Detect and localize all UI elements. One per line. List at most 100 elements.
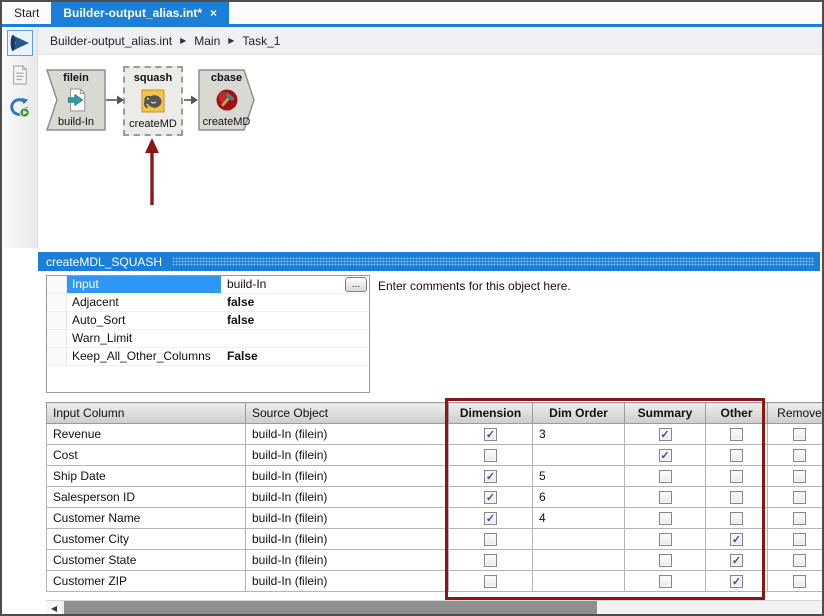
column-header-other: Other: [706, 403, 768, 424]
remove-cell: [768, 487, 824, 508]
remove-checkbox[interactable]: [793, 428, 806, 441]
dim-order-cell[interactable]: [533, 529, 625, 550]
property-row-adjacent[interactable]: Adjacentfalse: [47, 294, 369, 312]
other-checkbox[interactable]: [730, 449, 743, 462]
other-cell: ✓: [706, 529, 768, 550]
property-value[interactable]: false: [221, 312, 369, 329]
table-row[interactable]: Customer Statebuild-In (filein)✓: [47, 550, 824, 571]
summary-checkbox[interactable]: [659, 512, 672, 525]
node-filein[interactable]: filein build-In: [46, 69, 106, 131]
table-row[interactable]: Costbuild-In (filein)✓: [47, 445, 824, 466]
breadcrumb-task[interactable]: Task_1: [242, 34, 280, 48]
refresh-run-button[interactable]: [7, 94, 33, 120]
dim-order-cell[interactable]: [533, 445, 625, 466]
other-checkbox[interactable]: [730, 491, 743, 504]
table-row[interactable]: Customer ZIPbuild-In (filein)✓: [47, 571, 824, 592]
document-button[interactable]: [7, 62, 33, 88]
table-row[interactable]: Customer Namebuild-In (filein)✓4: [47, 508, 824, 529]
property-value[interactable]: false: [221, 294, 369, 311]
scroll-left-button[interactable]: ◀: [46, 601, 63, 616]
node-label: build-In: [58, 116, 94, 128]
tab-start[interactable]: Start: [2, 2, 51, 24]
summary-cell: [625, 550, 706, 571]
node-cbase[interactable]: cbase createMD: [198, 69, 255, 131]
column-header-dimension: Dimension: [449, 403, 533, 424]
column-header-input-column: Input Column: [47, 403, 246, 424]
dim-order-cell[interactable]: 3: [533, 424, 625, 445]
dimension-checkbox[interactable]: ✓: [484, 491, 497, 504]
summary-checkbox[interactable]: ✓: [659, 449, 672, 462]
summary-checkbox[interactable]: [659, 554, 672, 567]
table-row[interactable]: Salesperson IDbuild-In (filein)✓6: [47, 487, 824, 508]
property-row-warn_limit[interactable]: Warn_Limit: [47, 330, 369, 348]
summary-cell: [625, 466, 706, 487]
other-checkbox[interactable]: [730, 428, 743, 441]
source-object-cell: build-In (filein): [246, 529, 449, 550]
dim-order-cell[interactable]: 5: [533, 466, 625, 487]
dimension-checkbox[interactable]: [484, 575, 497, 588]
remove-checkbox[interactable]: [793, 575, 806, 588]
scroll-left-arrow-icon: ◀: [51, 604, 57, 613]
dimension-checkbox[interactable]: ✓: [484, 428, 497, 441]
scrollbar-thumb[interactable]: [64, 601, 597, 616]
run-transform-button[interactable]: [7, 30, 33, 56]
dimension-cell: [449, 571, 533, 592]
property-row-keep_all_other_columns[interactable]: Keep_All_Other_ColumnsFalse: [47, 348, 369, 366]
dimension-cell: ✓: [449, 424, 533, 445]
dimension-checkbox[interactable]: ✓: [484, 470, 497, 483]
breadcrumb-file[interactable]: Builder-output_alias.int: [50, 34, 172, 48]
table-row[interactable]: Ship Datebuild-In (filein)✓5: [47, 466, 824, 487]
remove-checkbox[interactable]: [793, 449, 806, 462]
horizontal-scrollbar[interactable]: ◀: [46, 600, 822, 616]
node-squash[interactable]: squash createMD: [123, 66, 183, 136]
upper-region: Builder-output_alias.int ▶ Main ▶ Task_1…: [2, 27, 822, 248]
remove-checkbox[interactable]: [793, 533, 806, 546]
dimension-checkbox[interactable]: [484, 533, 497, 546]
summary-checkbox[interactable]: [659, 533, 672, 546]
dim-order-cell[interactable]: 6: [533, 487, 625, 508]
remove-cell: [768, 466, 824, 487]
summary-checkbox[interactable]: [659, 470, 672, 483]
dimension-checkbox[interactable]: [484, 554, 497, 567]
titlebar-dot-texture: [172, 257, 814, 266]
column-header-remove: Remove: [768, 403, 824, 424]
remove-cell: [768, 508, 824, 529]
source-object-cell: build-In (filein): [246, 487, 449, 508]
remove-checkbox[interactable]: [793, 512, 806, 525]
comments-area[interactable]: Enter comments for this object here.: [378, 279, 814, 293]
table-row[interactable]: Customer Citybuild-In (filein)✓: [47, 529, 824, 550]
other-checkbox[interactable]: ✓: [730, 554, 743, 567]
other-checkbox[interactable]: [730, 470, 743, 483]
dim-order-cell[interactable]: [533, 550, 625, 571]
other-checkbox[interactable]: ✓: [730, 575, 743, 588]
input-column-cell: Customer State: [47, 550, 246, 571]
dimension-checkbox[interactable]: [484, 449, 497, 462]
property-row-input[interactable]: Inputbuild-In...: [47, 276, 369, 294]
property-grid[interactable]: Inputbuild-In...AdjacentfalseAuto_Sortfa…: [46, 275, 370, 393]
close-tab-icon[interactable]: ×: [210, 6, 217, 20]
property-value[interactable]: [221, 330, 369, 347]
tab-builder-output-alias[interactable]: Builder-output_alias.int* ×: [51, 2, 229, 24]
summary-checkbox[interactable]: [659, 575, 672, 588]
remove-checkbox[interactable]: [793, 470, 806, 483]
breadcrumb-main[interactable]: Main: [194, 34, 220, 48]
flow-canvas[interactable]: filein build-In squash: [38, 55, 822, 248]
table-row[interactable]: Revenuebuild-In (filein)✓3✓: [47, 424, 824, 445]
other-checkbox[interactable]: ✓: [730, 533, 743, 546]
tab-start-label: Start: [14, 6, 39, 20]
dim-order-cell[interactable]: [533, 571, 625, 592]
summary-checkbox[interactable]: ✓: [659, 428, 672, 441]
summary-cell: ✓: [625, 445, 706, 466]
dimension-checkbox[interactable]: ✓: [484, 512, 497, 525]
remove-checkbox[interactable]: [793, 554, 806, 567]
property-row-auto_sort[interactable]: Auto_Sortfalse: [47, 312, 369, 330]
remove-checkbox[interactable]: [793, 491, 806, 504]
input-column-cell: Customer ZIP: [47, 571, 246, 592]
dim-order-cell[interactable]: 4: [533, 508, 625, 529]
property-value[interactable]: False: [221, 348, 369, 365]
summary-cell: ✓: [625, 424, 706, 445]
annotation-arrow: [145, 138, 159, 205]
other-checkbox[interactable]: [730, 512, 743, 525]
summary-checkbox[interactable]: [659, 491, 672, 504]
ellipsis-button[interactable]: ...: [345, 277, 367, 292]
